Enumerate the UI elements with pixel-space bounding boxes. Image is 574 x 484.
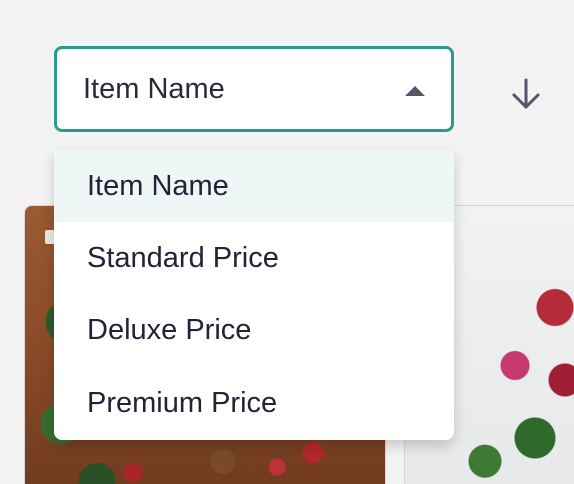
sort-select-value: Item Name [83,72,225,105]
sort-options-menu: Item Name Standard Price Deluxe Price Pr… [54,150,454,440]
sort-option-premium-price[interactable]: Premium Price [54,366,454,440]
sort-option-deluxe-price[interactable]: Deluxe Price [54,294,454,366]
sort-option-item-name[interactable]: Item Name [54,150,454,222]
sort-option-standard-price[interactable]: Standard Price [54,222,454,294]
sort-select[interactable]: Item Name [54,46,454,132]
arrow-down-icon [512,78,540,109]
caret-up-icon [405,86,425,96]
page: Item Name Item Name Standard Price Delux… [0,0,574,484]
sort-direction-button[interactable] [504,72,548,116]
sort-dropdown: Item Name Item Name Standard Price Delux… [54,46,454,440]
